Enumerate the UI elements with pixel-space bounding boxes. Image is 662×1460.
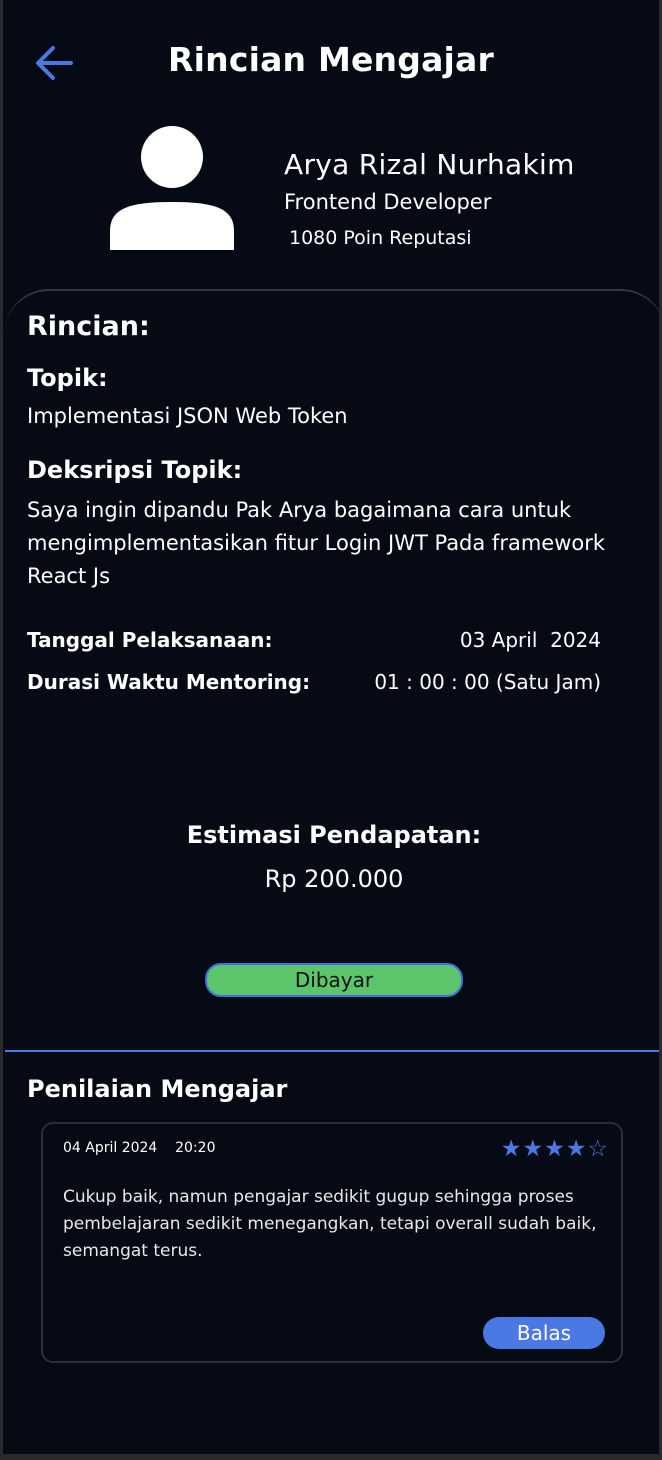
rating-heading: Penilaian Mengajar: [27, 1075, 288, 1103]
mentor-role: Frontend Developer: [284, 190, 492, 214]
reply-button[interactable]: Balas: [483, 1317, 605, 1349]
duration-label: Durasi Waktu Mentoring:: [27, 670, 311, 694]
star-rating: ★★★★☆: [500, 1136, 609, 1162]
review-datetime: 04 April 2024 20:20: [63, 1140, 216, 1156]
income-value: Rp 200.000: [264, 865, 404, 893]
topic-value: Implementasi JSON Web Token: [27, 404, 348, 428]
review-text: Cukup baik, namun pengajar sedikit gugup…: [63, 1187, 597, 1261]
review-card: 04 April 2024 20:20 ★★★★☆ Cukup baik, na…: [41, 1122, 623, 1363]
status-badge: Dibayar: [205, 963, 463, 997]
reputation-points: 1080 Poin Reputasi: [289, 227, 472, 249]
mentor-name: Arya Rizal Nurhakim: [284, 148, 575, 181]
user-avatar-icon: [110, 126, 234, 250]
date-label: Tanggal Pelaksanaan:: [27, 628, 273, 652]
duration-value: 01 : 00 : 00 (Satu Jam): [374, 670, 601, 694]
topic-label: Topik:: [27, 364, 108, 392]
date-value: 03 April 2024: [459, 628, 601, 652]
page-title: Rincian Mengajar: [168, 40, 494, 79]
teaching-detail-screen: Rincian Mengajar Arya Rizal Nurhakim Fro…: [3, 0, 659, 1454]
income-label: Estimasi Pendapatan:: [186, 821, 482, 849]
section-divider: [5, 1050, 659, 1052]
description-label: Deksripsi Topik:: [27, 456, 243, 484]
description-value: Saya ingin dipandu Pak Arya bagaimana ca…: [27, 498, 606, 588]
details-heading: Rincian:: [27, 311, 150, 342]
